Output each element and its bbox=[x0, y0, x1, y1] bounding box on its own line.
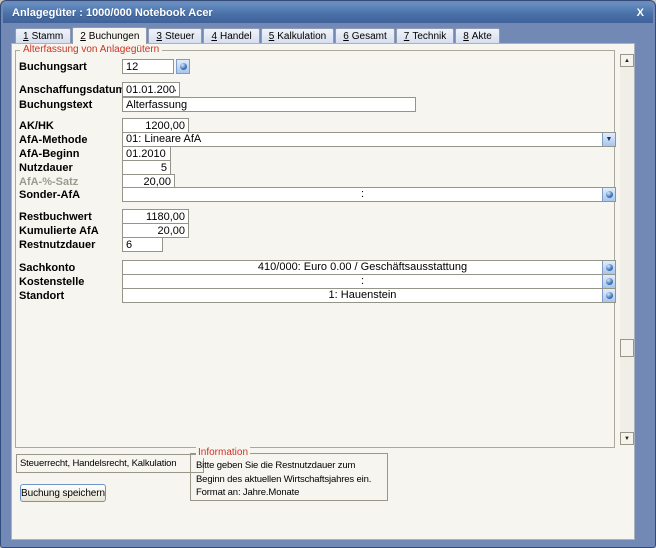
lookup-icon bbox=[605, 278, 613, 285]
tab-mnemonic: 6 bbox=[343, 31, 349, 42]
label-akhk: AK/HK bbox=[19, 120, 54, 132]
sonder-afa-value: : bbox=[360, 188, 365, 200]
label-sonder-afa: Sonder-AfA bbox=[19, 189, 81, 201]
tab-technik[interactable]: 7 Technik bbox=[395, 28, 455, 43]
information-title: Information bbox=[196, 447, 251, 458]
tab-mnemonic: 1 bbox=[23, 31, 29, 42]
anschaffungsdatum-input[interactable] bbox=[122, 82, 180, 97]
label-restnutzdauer: Restnutzdauer bbox=[19, 239, 96, 251]
tab-handel[interactable]: 4 Handel bbox=[203, 28, 260, 43]
label-kostenstelle: Kostenstelle bbox=[19, 276, 85, 288]
afa-methode-combobox[interactable]: 01: Lineare AfA ▼ bbox=[122, 132, 616, 147]
label-restbuchwert: Restbuchwert bbox=[19, 211, 92, 223]
information-line: Beginn des aktuellen Wirtschaftsjahres e… bbox=[196, 473, 372, 485]
restbuchwert-input[interactable] bbox=[122, 209, 189, 224]
tab-label: Gesamt bbox=[351, 31, 387, 42]
standort-combobox[interactable]: 1: Hauenstein bbox=[122, 288, 616, 303]
sachkonto-lookup-button[interactable] bbox=[602, 261, 615, 274]
tab-bar: 1 Stamm 2 Buchungen 3 Steuer 4 Handel 5 Kalku… bbox=[15, 27, 501, 44]
label-afa-methode: AfA-Methode bbox=[19, 134, 88, 146]
lookup-icon bbox=[605, 264, 613, 271]
kumulierte-afa-input[interactable] bbox=[122, 223, 189, 238]
tab-label: Kalkulation bbox=[277, 31, 327, 42]
akhk-input[interactable] bbox=[122, 118, 189, 133]
label-nutzdauer: Nutzdauer bbox=[19, 162, 73, 174]
tab-label: Technik bbox=[412, 31, 447, 42]
save-booking-button[interactable]: Buchung speichern bbox=[20, 484, 106, 502]
label-sachkonto: Sachkonto bbox=[19, 262, 76, 274]
lookup-icon bbox=[605, 191, 613, 198]
scroll-up-button[interactable]: ▲ bbox=[620, 54, 634, 67]
tab-label: Steuer bbox=[164, 31, 195, 42]
label-anschaffungsdatum: Anschaffungsdatum bbox=[19, 84, 126, 96]
sachkonto-combobox[interactable]: 410/000: Euro 0.00 / Geschäftsausstattun… bbox=[122, 260, 616, 275]
tab-kalkulation[interactable]: 5 Kalkulation bbox=[260, 28, 335, 43]
title-bar: Anlagegüter : 1000/000 Notebook Acer X bbox=[3, 3, 653, 23]
nutzdauer-input[interactable] bbox=[122, 160, 171, 175]
restnutzdauer-input[interactable] bbox=[122, 237, 163, 252]
label-afa-beginn: AfA-Beginn bbox=[19, 148, 80, 160]
status-field: Steuerrecht, Handelsrecht, Kalkulation bbox=[16, 454, 204, 473]
tab-mnemonic: 8 bbox=[463, 31, 469, 42]
vertical-scrollbar[interactable]: ▲ ▼ bbox=[620, 54, 634, 445]
dropdown-arrow-icon: ▼ bbox=[605, 136, 613, 143]
fieldset-title: Alterfassung von Anlagegütern bbox=[20, 44, 163, 55]
buchungstext-input[interactable] bbox=[122, 97, 416, 112]
tab-mnemonic: 7 bbox=[403, 31, 410, 42]
label-buchungstext: Buchungstext bbox=[19, 99, 93, 111]
sachkonto-value: 410/000: Euro 0.00 / Geschäftsausstattun… bbox=[257, 261, 468, 273]
buchungsart-lookup-button[interactable] bbox=[176, 59, 190, 74]
afa-methode-dropdown-button[interactable]: ▼ bbox=[602, 133, 615, 146]
sonder-afa-lookup-button[interactable] bbox=[602, 188, 615, 201]
lookup-icon bbox=[605, 292, 613, 299]
tab-page-buchungen: Alterfassung von Anlagegütern Buchungsar… bbox=[11, 43, 635, 540]
label-standort: Standort bbox=[19, 290, 65, 302]
tab-label: Buchungen bbox=[88, 31, 140, 42]
tab-steuer[interactable]: 3 Steuer bbox=[148, 28, 203, 43]
label-buchungsart: Buchungsart bbox=[19, 61, 87, 73]
standort-value: 1: Hauenstein bbox=[328, 289, 397, 301]
kostenstelle-combobox[interactable]: : bbox=[122, 274, 616, 289]
scroll-up-icon: ▲ bbox=[624, 57, 630, 64]
application-window: Anlagegüter : 1000/000 Notebook Acer X 1… bbox=[0, 0, 656, 548]
window-title: Anlagegüter : 1000/000 Notebook Acer bbox=[12, 7, 213, 19]
scrollbar-thumb[interactable] bbox=[620, 339, 634, 357]
buchungsart-input[interactable] bbox=[122, 59, 174, 74]
information-line: Format an: Jahre.Monate bbox=[196, 487, 300, 498]
information-box: Information Bitte geben Sie die Restnutz… bbox=[190, 447, 388, 501]
label-kumulierte-afa: Kumulierte AfA bbox=[19, 225, 99, 237]
tab-label: Handel bbox=[220, 31, 252, 42]
tab-label: Akte bbox=[471, 31, 492, 42]
tab-mnemonic: 5 bbox=[268, 31, 275, 42]
tab-buchungen[interactable]: 2 Buchungen bbox=[72, 27, 148, 44]
information-line: Bitte geben Sie die Restnutzdauer zum bbox=[196, 460, 356, 471]
lookup-icon bbox=[179, 63, 187, 70]
tab-akte[interactable]: 8 Akte bbox=[455, 28, 500, 43]
close-icon[interactable]: X bbox=[637, 7, 644, 19]
kostenstelle-lookup-button[interactable] bbox=[602, 275, 615, 288]
sonder-afa-combobox[interactable]: : bbox=[122, 187, 616, 202]
kostenstelle-value: : bbox=[360, 275, 365, 287]
label-afa-prozent-satz: AfA-%-Satz bbox=[19, 176, 79, 188]
tab-mnemonic: 3 bbox=[156, 31, 162, 42]
standort-lookup-button[interactable] bbox=[602, 289, 615, 302]
tab-gesamt[interactable]: 6 Gesamt bbox=[335, 28, 395, 43]
tab-mnemonic: 4 bbox=[211, 31, 217, 42]
tab-stamm[interactable]: 1 Stamm bbox=[15, 28, 72, 43]
afa-beginn-input[interactable] bbox=[122, 146, 171, 161]
afa-methode-value: 01: Lineare AfA bbox=[126, 133, 202, 145]
tab-mnemonic: 2 bbox=[80, 31, 86, 42]
scroll-down-icon: ▼ bbox=[624, 435, 630, 442]
scroll-down-button[interactable]: ▼ bbox=[620, 432, 634, 445]
tab-label: Stamm bbox=[31, 31, 64, 42]
